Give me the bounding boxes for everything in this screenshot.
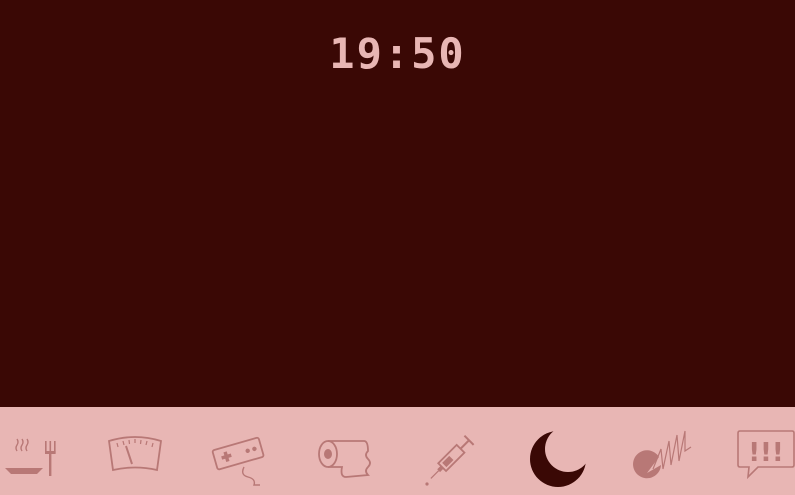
game-screen: 19:50	[0, 0, 795, 407]
syringe-icon	[425, 434, 475, 486]
alert-button[interactable]: !!!	[736, 429, 795, 495]
clean-button[interactable]	[316, 429, 386, 495]
medicine-button[interactable]	[421, 429, 491, 495]
play-button[interactable]	[210, 429, 280, 495]
stats-button[interactable]	[631, 429, 701, 495]
weight-button[interactable]	[105, 429, 175, 495]
feed-button[interactable]	[2, 429, 72, 495]
alert-icon: !!!	[737, 430, 795, 480]
toilet-paper-icon	[318, 440, 371, 478]
alert-label: !!!	[748, 438, 784, 468]
stats-icon	[633, 430, 692, 479]
sleep-button[interactable]	[526, 429, 596, 495]
scale-icon	[108, 436, 162, 472]
food-icon	[5, 438, 56, 476]
clock-display: 19:50	[329, 29, 466, 78]
action-toolbar: !!!	[0, 407, 795, 495]
game-controller-icon	[211, 436, 265, 486]
moon-icon	[530, 429, 591, 487]
